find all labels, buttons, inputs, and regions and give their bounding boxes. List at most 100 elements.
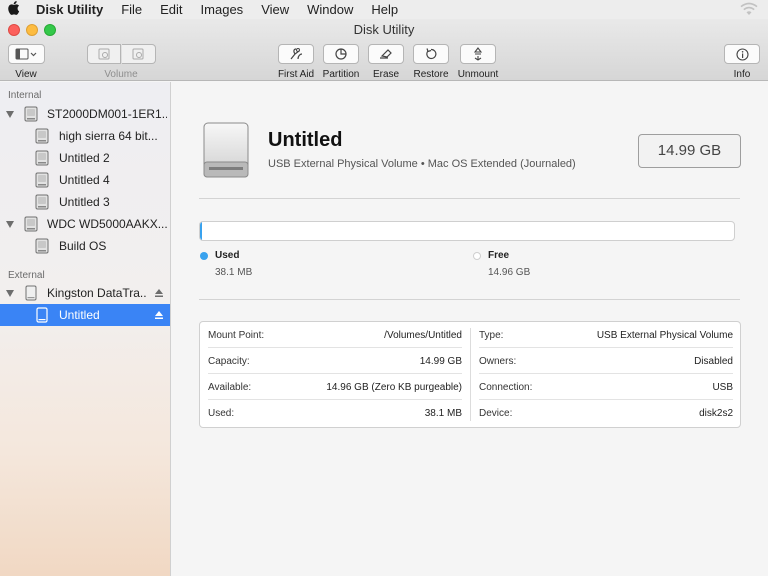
volume-size-badge: 14.99 GB — [638, 134, 741, 168]
main-pane: Untitled USB External Physical Volume • … — [171, 82, 768, 576]
volume-icon — [35, 128, 49, 144]
disclosure-triangle-icon[interactable] — [6, 289, 14, 297]
usb-disk-icon — [25, 285, 37, 301]
info-column-right: Type: USB External Physical Volume Owner… — [471, 322, 741, 427]
info-row-owners: Owners: Disabled — [471, 348, 741, 374]
free-value: 14.96 GB — [488, 267, 531, 278]
eject-icon[interactable] — [154, 288, 164, 298]
erase-tool[interactable]: Erase — [366, 44, 406, 80]
first-aid-tool[interactable]: First Aid — [276, 44, 316, 80]
disk-utility-window: Disk Utility View Volume First Aid Parti… — [0, 19, 768, 576]
used-value: 38.1 MB — [215, 267, 253, 278]
menu-window[interactable]: Window — [299, 0, 363, 19]
info-row-type: Type: USB External Physical Volume — [471, 322, 741, 348]
used-dot-icon — [200, 252, 208, 260]
first-aid-label: First Aid — [277, 69, 315, 80]
restore-label: Restore — [413, 69, 449, 80]
menu-images[interactable]: Images — [193, 0, 254, 19]
partition-button[interactable] — [323, 44, 359, 64]
info-row-connection: Connection: USB — [471, 374, 741, 400]
menu-file[interactable]: File — [113, 0, 152, 19]
sidebar-item-label: ST2000DM001-1ER1... — [47, 107, 167, 121]
info-key: Connection: — [479, 382, 533, 393]
restore-tool[interactable]: Restore — [411, 44, 451, 80]
sidebar-toggle-icon — [15, 48, 37, 60]
usb-volume-icon — [36, 307, 48, 323]
info-icon — [735, 47, 749, 61]
add-volume-icon — [98, 48, 109, 60]
sidebar-disk-kingston[interactable]: Kingston DataTra... — [0, 282, 170, 304]
volume-icon — [35, 194, 49, 210]
view-tool[interactable]: View — [7, 44, 45, 80]
volume-description: USB External Physical Volume • Mac OS Ex… — [268, 158, 576, 170]
volume-tool[interactable]: Volume — [86, 44, 156, 80]
info-value: /Volumes/Untitled — [384, 330, 462, 341]
sidebar-volume-untitled[interactable]: Untitled — [0, 304, 170, 326]
external-disk-icon — [203, 122, 249, 178]
info-value: disk2s2 — [699, 408, 733, 419]
used-label: Used — [215, 250, 240, 261]
disclosure-triangle-icon[interactable] — [6, 110, 14, 118]
info-value: USB — [712, 382, 733, 393]
menu-edit[interactable]: Edit — [152, 0, 192, 19]
info-table: Mount Point: /Volumes/Untitled Capacity:… — [199, 321, 741, 428]
divider — [199, 198, 740, 199]
eject-icon[interactable] — [154, 310, 164, 320]
wifi-icon[interactable] — [740, 2, 758, 16]
remove-volume-button[interactable] — [121, 44, 156, 64]
info-key: Used: — [208, 408, 235, 419]
partition-icon — [335, 48, 347, 60]
menu-app-name[interactable]: Disk Utility — [28, 0, 113, 19]
info-tool[interactable]: Info — [722, 44, 762, 80]
sidebar-disk-wdc[interactable]: WDC WD5000AAKX... — [0, 213, 170, 235]
window-title: Disk Utility — [353, 22, 415, 37]
disk-icon — [24, 106, 38, 122]
sidebar-volume-untitled-3[interactable]: Untitled 3 — [0, 191, 170, 213]
view-button[interactable] — [7, 44, 45, 64]
sidebar-volume-high-sierra[interactable]: high sierra 64 bit... — [0, 125, 170, 147]
remove-volume-icon — [132, 48, 144, 60]
info-key: Device: — [479, 408, 513, 419]
free-label: Free — [488, 250, 510, 261]
info-value: 14.96 GB (Zero KB purgeable) — [326, 382, 462, 393]
internal-header: Internal — [8, 90, 42, 101]
info-value: 14.99 GB — [419, 356, 462, 367]
info-label: Info — [733, 69, 751, 80]
title-bar: Disk Utility View Volume First Aid Parti… — [0, 19, 768, 81]
sidebar-volume-untitled-4[interactable]: Untitled 4 — [0, 169, 170, 191]
sidebar-volume-untitled-2[interactable]: Untitled 2 — [0, 147, 170, 169]
sidebar-item-label: Build OS — [59, 239, 107, 253]
unmount-tool[interactable]: Unmount — [456, 44, 500, 80]
sidebar: Internal ST2000DM001-1ER1... high sierra… — [0, 82, 171, 576]
unmount-label: Unmount — [457, 69, 499, 80]
sidebar-item-label: Untitled 3 — [59, 195, 110, 209]
unmount-button[interactable] — [460, 44, 496, 64]
sidebar-volume-build-os[interactable]: Build OS — [0, 235, 170, 257]
partition-label: Partition — [322, 69, 360, 80]
disclosure-triangle-icon[interactable] — [6, 220, 14, 228]
free-dot-icon — [473, 252, 481, 260]
apple-icon[interactable] — [0, 1, 28, 18]
unmount-icon — [473, 47, 483, 61]
info-row-available: Available: 14.96 GB (Zero KB purgeable) — [200, 374, 470, 400]
view-label: View — [15, 69, 37, 80]
info-value: Disabled — [694, 356, 733, 367]
sidebar-item-label: WDC WD5000AAKX... — [47, 217, 167, 231]
first-aid-icon — [290, 48, 303, 60]
erase-button[interactable] — [368, 44, 404, 64]
partition-tool[interactable]: Partition — [321, 44, 361, 80]
info-key: Capacity: — [208, 356, 250, 367]
first-aid-button[interactable] — [278, 44, 314, 64]
restore-button[interactable] — [413, 44, 449, 64]
erase-label: Erase — [372, 69, 400, 80]
info-button[interactable] — [724, 44, 760, 64]
menu-bar: Disk Utility File Edit Images View Windo… — [0, 0, 768, 19]
add-volume-button[interactable] — [86, 44, 121, 64]
sidebar-item-label: Untitled — [59, 308, 100, 322]
menu-help[interactable]: Help — [363, 0, 408, 19]
restore-icon — [426, 48, 437, 60]
sidebar-item-label: Untitled 2 — [59, 151, 110, 165]
menu-view[interactable]: View — [253, 0, 299, 19]
sidebar-item-label: Kingston DataTra... — [47, 286, 147, 300]
sidebar-disk-st2000[interactable]: ST2000DM001-1ER1... — [0, 103, 170, 125]
